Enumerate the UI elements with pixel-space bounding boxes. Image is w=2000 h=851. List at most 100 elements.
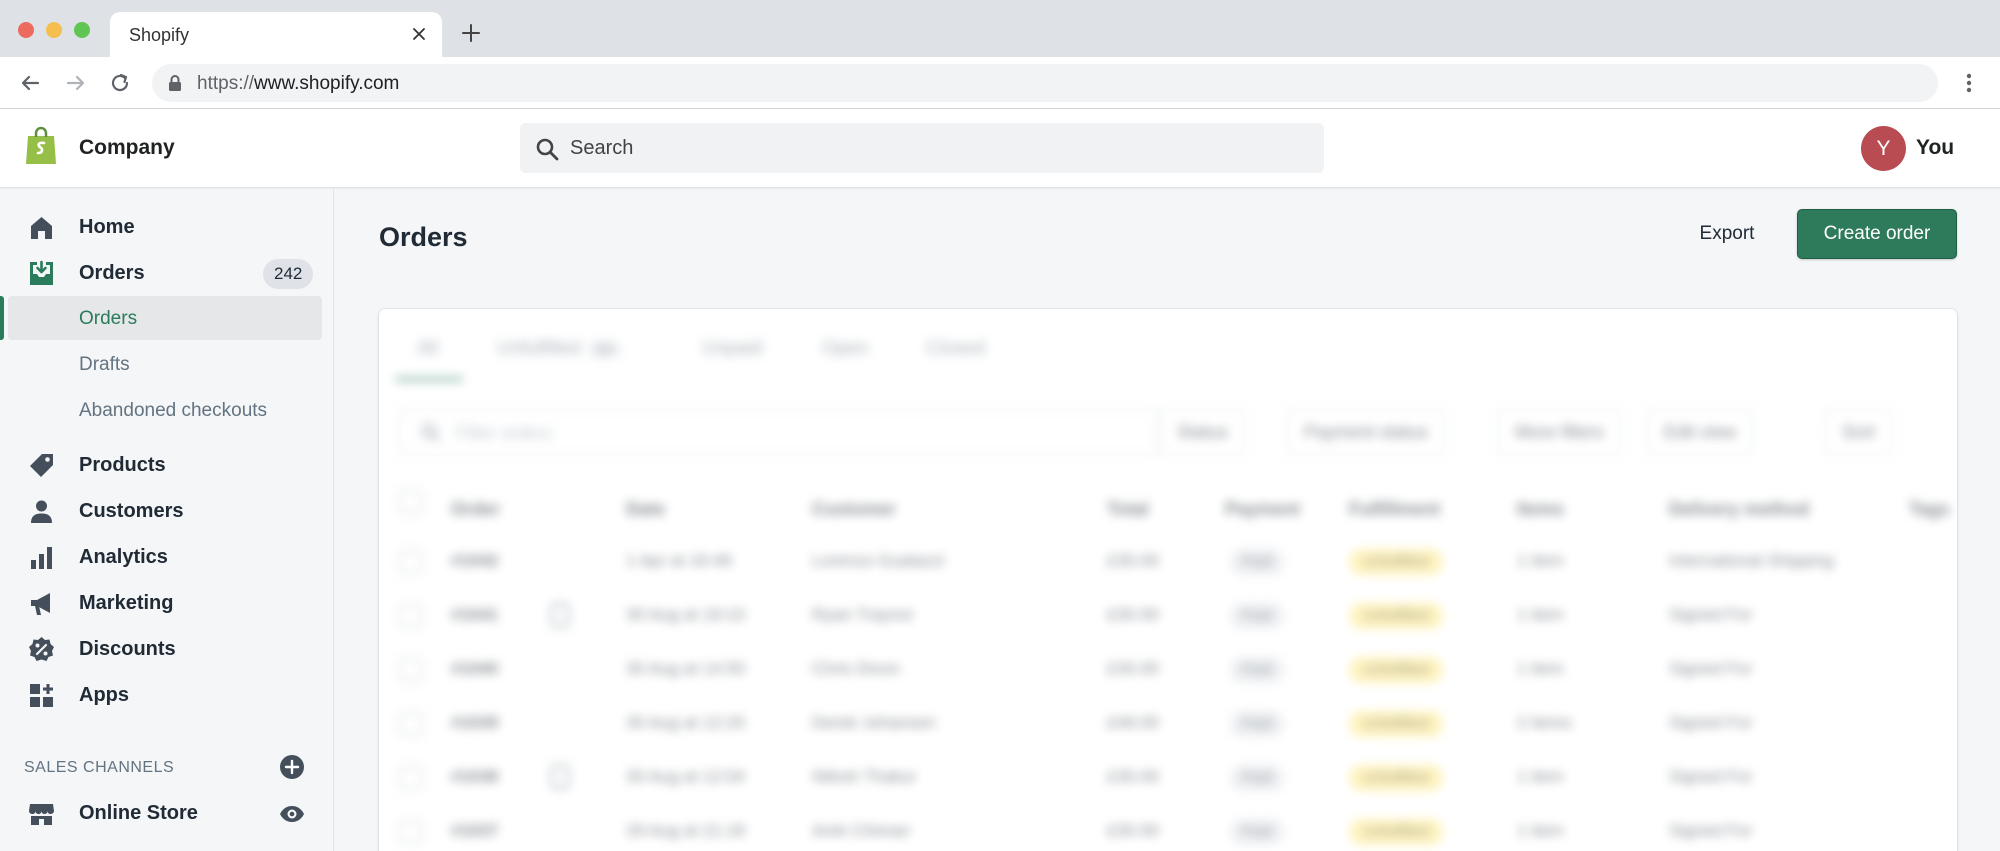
tab-all[interactable]: All	[417, 338, 438, 360]
order-number[interactable]: #1042	[451, 551, 498, 571]
items-count[interactable]: 1 item	[1517, 767, 1563, 787]
row-checkbox[interactable]	[399, 604, 423, 628]
tag-icon	[30, 454, 53, 477]
filter-orders-input[interactable]: Filter orders	[399, 409, 1159, 455]
order-total: £30.00	[1107, 551, 1159, 570]
minimize-window-button[interactable]	[46, 22, 62, 38]
items-count[interactable]: 1 item	[1517, 821, 1563, 841]
row-checkbox[interactable]	[399, 658, 423, 682]
browser-tab[interactable]: Shopify	[110, 12, 442, 57]
column-header[interactable]: Order	[451, 499, 500, 520]
sidebar-subitem-label: Orders	[79, 308, 138, 329]
sidebar-item-marketing[interactable]: Marketing	[0, 581, 334, 625]
reload-icon[interactable]	[106, 69, 134, 97]
table-row[interactable]: #1041 30 Aug at 19:10 Ryan Traynor £30.0…	[379, 589, 1957, 643]
items-count[interactable]: 1 item	[1517, 659, 1563, 679]
tab-open[interactable]: Open	[822, 338, 868, 360]
sidebar-item-discounts[interactable]: Discounts	[0, 627, 334, 671]
order-number[interactable]: #1039	[451, 713, 498, 733]
sidebar-subitem-orders[interactable]: Orders	[8, 296, 322, 340]
sidebar-subitem-drafts[interactable]: Drafts	[8, 342, 322, 386]
order-total: £30.00	[1107, 605, 1159, 624]
order-total: £30.00	[1107, 659, 1159, 678]
close-window-button[interactable]	[18, 22, 34, 38]
sidebar-item-customers[interactable]: Customers	[0, 489, 334, 533]
page-title: Orders	[379, 222, 468, 252]
payment-badge: Paid	[1230, 711, 1285, 737]
payment-status-filter-button[interactable]: Payment status	[1287, 409, 1446, 455]
shopify-bag-logo-icon[interactable]	[24, 126, 58, 166]
avatar[interactable]: Y	[1861, 126, 1906, 171]
order-number[interactable]: #1040	[451, 659, 498, 679]
table-row[interactable]: #1038 30 Aug at 12:04 Nilesh Thakur £30.…	[379, 751, 1957, 805]
sidebar-item-analytics[interactable]: Analytics	[0, 535, 334, 579]
items-count[interactable]: 1 item	[1517, 551, 1563, 571]
sidebar-item-products[interactable]: Products	[0, 443, 334, 487]
order-date: 30 Aug at 12:04	[626, 767, 746, 786]
delivery-method: Signed For	[1669, 713, 1753, 732]
order-number[interactable]: #1038	[451, 767, 498, 787]
sidebar-item-home[interactable]: Home	[0, 205, 334, 249]
edit-view-button[interactable]: Edit view	[1647, 409, 1754, 455]
export-button[interactable]: Export	[1677, 210, 1777, 258]
sidebar-subitem-abandoned-checkouts[interactable]: Abandoned checkouts	[8, 388, 322, 432]
tab-closed[interactable]: Closed	[926, 338, 985, 360]
order-number[interactable]: #1037	[451, 821, 498, 841]
select-all-checkbox[interactable]	[399, 490, 423, 514]
order-number[interactable]: #1041	[451, 605, 498, 625]
column-header[interactable]: Payment	[1225, 499, 1300, 520]
address-bar[interactable]: https://www.shopify.com	[152, 64, 1938, 102]
orders-card-blurred-content: All Unfulfilled 50 Unpaid Open Closed Fil…	[379, 309, 1957, 851]
close-tab-icon[interactable]	[408, 23, 430, 45]
column-header[interactable]: Items	[1517, 499, 1564, 520]
row-checkbox[interactable]	[399, 766, 423, 790]
create-order-button[interactable]: Create order	[1797, 209, 1957, 259]
row-checkbox[interactable]	[399, 820, 423, 844]
column-header[interactable]: Fulfillment	[1349, 499, 1440, 520]
browser-menu-icon[interactable]	[1955, 69, 1983, 97]
order-date: 1 Apr at 16:46	[626, 551, 732, 570]
search-bar[interactable]	[520, 123, 1324, 173]
url-text: https://www.shopify.com	[197, 73, 399, 95]
status-filter-button[interactable]: Status	[1160, 409, 1246, 455]
column-header[interactable]: Delivery method	[1669, 499, 1809, 520]
sidebar-item-label: Marketing	[79, 592, 174, 614]
column-header[interactable]: Customer	[812, 499, 896, 520]
more-filters-button[interactable]: More filters	[1498, 409, 1622, 455]
column-header[interactable]: Date	[626, 499, 665, 520]
store-name[interactable]: Company	[79, 136, 175, 160]
delivery-method: Signed For	[1669, 821, 1753, 840]
user-name[interactable]: You	[1916, 136, 1954, 160]
sidebar-item-label: Home	[79, 216, 135, 238]
sidebar-item-apps[interactable]: Apps	[0, 673, 334, 717]
table-row[interactable]: #1040 30 Aug at 14:50 Chris Dixon £30.00…	[379, 643, 1957, 697]
column-header[interactable]: Tags	[1909, 499, 1950, 520]
add-sales-channel-icon[interactable]	[279, 754, 305, 780]
sidebar-item-label: Products	[79, 454, 166, 476]
url-scheme: https://	[197, 73, 255, 94]
sidebar-item-label: Discounts	[79, 638, 176, 660]
lock-icon[interactable]	[166, 74, 184, 92]
eye-icon[interactable]	[279, 801, 305, 827]
table-row[interactable]: #1039 30 Aug at 12:20 Derek Johansen £48…	[379, 697, 1957, 751]
tab-unfulfilled[interactable]: Unfulfilled 50	[497, 338, 622, 360]
fulfillment-badge: Unfulfilled	[1349, 657, 1443, 683]
search-input[interactable]	[570, 123, 1310, 173]
maximize-window-button[interactable]	[74, 22, 90, 38]
items-count[interactable]: 1 item	[1517, 605, 1563, 625]
sidebar-subitem-label: Abandoned checkouts	[79, 400, 268, 421]
forward-arrow-icon[interactable]	[62, 69, 90, 97]
tab-unpaid[interactable]: Unpaid	[702, 338, 762, 360]
table-row[interactable]: #1042 1 Apr at 16:46 Lorenzo Gualazzi £3…	[379, 535, 1957, 589]
column-header[interactable]: Total	[1107, 499, 1149, 520]
table-row[interactable]: #1037 29 Aug at 21:18 Arek Chiman £30.00…	[379, 805, 1957, 851]
row-checkbox[interactable]	[399, 550, 423, 574]
browser-tab-strip: Shopify	[0, 0, 2000, 57]
back-arrow-icon[interactable]	[16, 69, 44, 97]
sidebar-item-orders[interactable]: Orders 242	[0, 251, 334, 295]
active-indicator	[0, 296, 4, 340]
row-checkbox[interactable]	[399, 712, 423, 736]
items-count[interactable]: 2 items	[1517, 713, 1572, 733]
sort-button[interactable]: Sort	[1825, 409, 1893, 455]
new-tab-icon[interactable]	[458, 20, 484, 46]
